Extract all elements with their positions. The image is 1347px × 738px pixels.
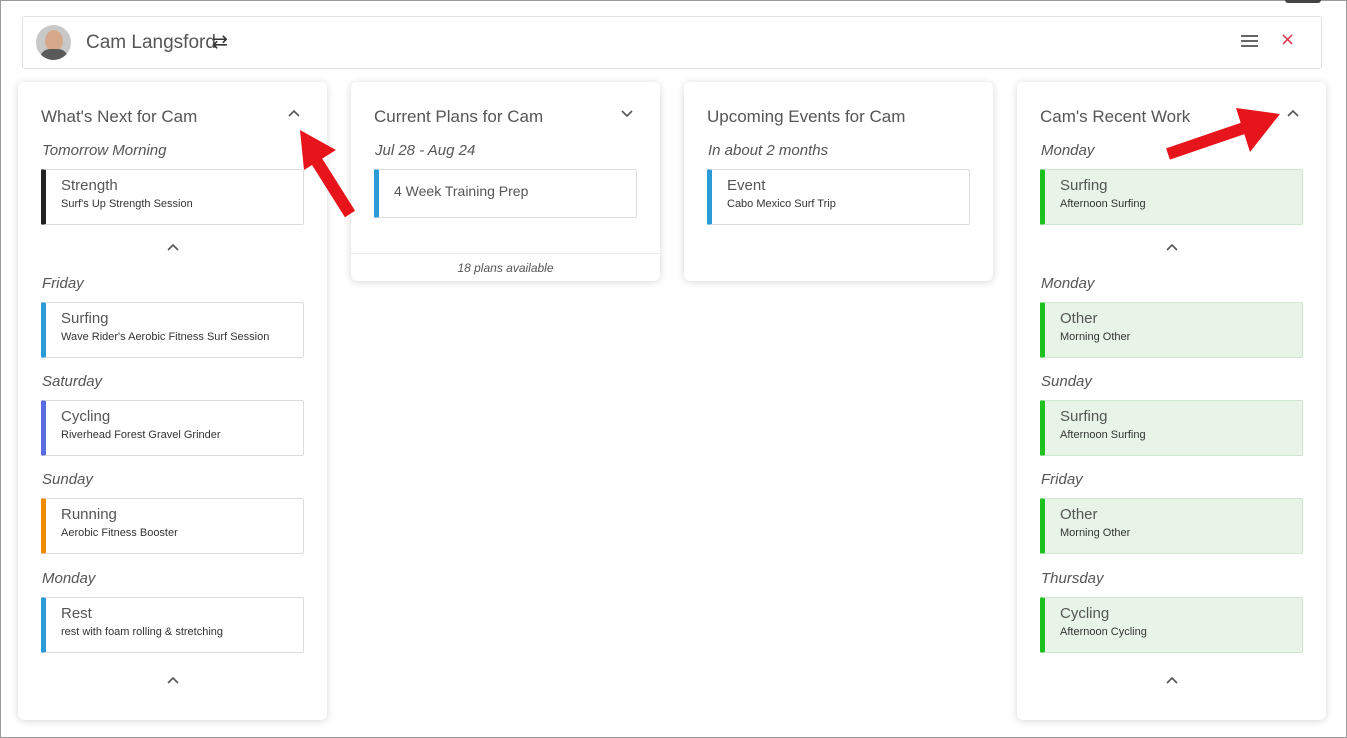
show-less-chevron-up-icon[interactable] bbox=[166, 673, 180, 687]
workout-type: Cycling bbox=[1060, 605, 1110, 622]
upcoming-events-card: Upcoming Events for Cam In about 2 month… bbox=[684, 82, 993, 281]
collapse-chevron-up-icon[interactable] bbox=[287, 106, 301, 120]
show-less-chevron-up-icon[interactable] bbox=[166, 240, 180, 254]
workout-type: Surfing bbox=[1060, 408, 1108, 425]
upcoming-events-title: Upcoming Events for Cam bbox=[707, 107, 906, 126]
workout-type: Running bbox=[61, 506, 117, 523]
plan-item[interactable]: 4 Week Training Prep bbox=[374, 169, 637, 218]
red-annotation-arrow-icon bbox=[1166, 108, 1280, 160]
completed-item-surfing[interactable]: Surfing Afternoon Surfing bbox=[1040, 169, 1303, 225]
workout-name: Afternoon Surfing bbox=[1060, 429, 1146, 441]
day-label: Monday bbox=[1041, 275, 1095, 292]
workout-name: Aerobic Fitness Booster bbox=[61, 527, 178, 539]
day-label: Friday bbox=[42, 275, 84, 292]
completed-item-other[interactable]: Other Morning Other bbox=[1040, 498, 1303, 554]
red-annotation-arrow-icon bbox=[300, 130, 356, 218]
workout-type: Rest bbox=[61, 605, 92, 622]
day-label: Monday bbox=[42, 570, 96, 587]
plan-name: 4 Week Training Prep bbox=[394, 183, 529, 199]
workout-name: Surf's Up Strength Session bbox=[61, 198, 193, 210]
completed-item-other[interactable]: Other Morning Other bbox=[1040, 302, 1303, 358]
workout-name: Morning Other bbox=[1060, 331, 1131, 343]
day-label: Thursday bbox=[1041, 570, 1104, 587]
show-less-chevron-up-icon[interactable] bbox=[1165, 240, 1179, 254]
expand-chevron-down-icon[interactable] bbox=[620, 106, 634, 120]
workout-name: Morning Other bbox=[1060, 527, 1131, 539]
workout-name: Afternoon Cycling bbox=[1060, 626, 1147, 638]
day-label: Saturday bbox=[42, 373, 103, 390]
day-label: Friday bbox=[1041, 471, 1083, 488]
workout-type: Other bbox=[1060, 506, 1098, 523]
workout-type: Cycling bbox=[61, 408, 111, 425]
collapse-chevron-up-icon[interactable] bbox=[1286, 106, 1300, 120]
day-label: Sunday bbox=[42, 471, 93, 488]
workout-type: Other bbox=[1060, 310, 1098, 327]
workout-item-strength[interactable]: Strength Surf's Up Strength Session bbox=[41, 169, 304, 225]
workout-item-surfing[interactable]: Surfing Wave Rider's Aerobic Fitness Sur… bbox=[41, 302, 304, 358]
athlete-header: Cam Langsford ⇄ × bbox=[22, 16, 1322, 69]
current-plans-title: Current Plans for Cam bbox=[374, 107, 544, 126]
completed-item-surfing[interactable]: Surfing Afternoon Surfing bbox=[1040, 400, 1303, 456]
workout-item-rest[interactable]: Rest rest with foam rolling & stretching bbox=[41, 597, 304, 653]
workout-type: Surfing bbox=[61, 310, 109, 327]
avatar-shirt bbox=[40, 49, 68, 60]
whats-next-title: What's Next for Cam bbox=[41, 107, 198, 126]
event-name: Cabo Mexico Surf Trip bbox=[727, 198, 836, 210]
workout-name: Afternoon Surfing bbox=[1060, 198, 1146, 210]
show-less-chevron-up-icon[interactable] bbox=[1165, 673, 1179, 687]
top-edge-tab bbox=[1285, 0, 1321, 3]
workout-item-cycling[interactable]: Cycling Riverhead Forest Gravel Grinder bbox=[41, 400, 304, 456]
workout-type: Surfing bbox=[1060, 177, 1108, 194]
close-icon[interactable]: × bbox=[1280, 29, 1295, 50]
day-label: Monday bbox=[1041, 142, 1095, 159]
day-label: Sunday bbox=[1041, 373, 1092, 390]
athlete-name[interactable]: Cam Langsford bbox=[86, 32, 216, 54]
plans-available-link[interactable]: 18 plans available bbox=[351, 253, 660, 281]
avatar[interactable] bbox=[36, 25, 71, 60]
event-when: In about 2 months bbox=[708, 142, 829, 159]
event-type: Event bbox=[727, 177, 766, 194]
event-item[interactable]: Event Cabo Mexico Surf Trip bbox=[707, 169, 970, 225]
plan-date-range: Jul 28 - Aug 24 bbox=[375, 142, 476, 159]
day-label: Tomorrow Morning bbox=[42, 142, 167, 159]
workout-name: rest with foam rolling & stretching bbox=[61, 626, 224, 638]
workout-name: Wave Rider's Aerobic Fitness Surf Sessio… bbox=[61, 331, 270, 343]
recent-work-card: Cam's Recent Work Monday Surfing Afterno… bbox=[1017, 82, 1326, 720]
whats-next-card: What's Next for Cam Tomorrow Morning Str… bbox=[18, 82, 327, 720]
completed-item-cycling[interactable]: Cycling Afternoon Cycling bbox=[1040, 597, 1303, 653]
workout-item-running[interactable]: Running Aerobic Fitness Booster bbox=[41, 498, 304, 554]
workout-type: Strength bbox=[61, 177, 118, 194]
switch-athlete-icon[interactable]: ⇄ bbox=[212, 31, 228, 53]
current-plans-card: Current Plans for Cam Jul 28 - Aug 24 4 … bbox=[351, 82, 660, 281]
workout-name: Riverhead Forest Gravel Grinder bbox=[61, 429, 221, 441]
hamburger-menu-icon[interactable] bbox=[1241, 34, 1258, 49]
